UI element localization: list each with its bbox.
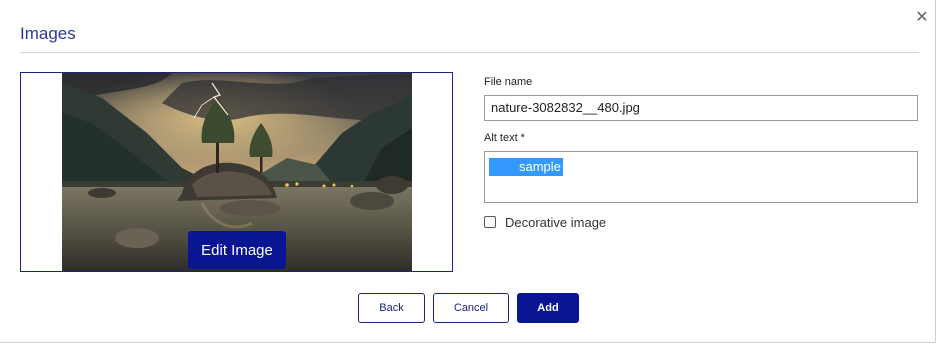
cancel-button[interactable]: Cancel: [433, 293, 509, 323]
dialog-title: Images: [20, 24, 76, 43]
image-preview: Edit Image: [20, 72, 453, 272]
add-button[interactable]: Add: [517, 293, 579, 323]
file-name-label: File name: [484, 76, 533, 88]
image-dialog: ✕ Images Edit Image File name nature-308…: [0, 0, 936, 343]
edit-image-button[interactable]: Edit Image: [188, 231, 286, 269]
alt-text-value: sample: [519, 159, 561, 174]
alt-text-field[interactable]: sample: [484, 151, 918, 203]
decorative-image-checkbox[interactable]: [484, 216, 496, 228]
alt-text-label: Alt text *: [484, 132, 525, 144]
decorative-image-label: Decorative image: [505, 215, 607, 230]
back-button[interactable]: Back: [358, 293, 425, 323]
close-icon[interactable]: ✕: [915, 10, 929, 26]
file-name-field[interactable]: nature-3082832__480.jpg: [484, 95, 918, 121]
title-divider: [20, 52, 919, 53]
